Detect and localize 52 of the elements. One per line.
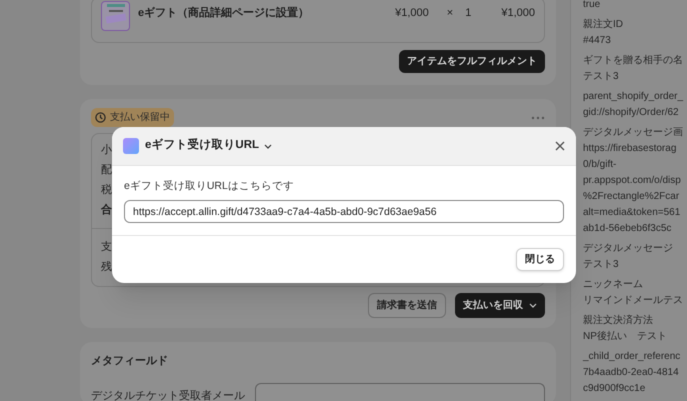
- quantity: 1: [465, 6, 472, 21]
- email-input-field[interactable]: [255, 382, 545, 401]
- property-label: ニックネーム: [583, 278, 643, 292]
- property-value: #4473: [583, 34, 611, 48]
- property-value: gid://shopify/Order/62: [583, 106, 679, 120]
- metafields-heading: メタフィールド: [91, 354, 169, 369]
- property-value: alt=media&token=561: [583, 206, 680, 220]
- multiply-sign: ×: [446, 6, 454, 21]
- payment-status-text: 支払い保留中: [110, 110, 170, 125]
- send-invoice-button[interactable]: 請求書を送信: [368, 293, 446, 318]
- summary-row-label: 残: [101, 260, 112, 275]
- gift-thumbnail-drawing: [101, 1, 130, 31]
- property-value: ab1d-56ebeb6f3c5c: [583, 222, 672, 236]
- clock-icon: [95, 112, 106, 123]
- url-input-field[interactable]: https://accept.allin.gift/d4733aa9-c7a4-4a5b-abd0-9c7d63ae9a56: [124, 200, 564, 224]
- collect-payment-button[interactable]: 支払いを回収: [455, 293, 545, 318]
- property-label: 親注文決済方法: [583, 314, 653, 328]
- property-value: true: [583, 0, 600, 12]
- summary-row-label: 配: [101, 163, 112, 178]
- property-value: %2Frectangle%2Fcar: [583, 190, 680, 204]
- property-value: 7b4aadb0-2ea0-4814: [583, 366, 679, 380]
- more-options-icon[interactable]: [531, 116, 545, 120]
- summary-row-label: 税: [101, 183, 112, 198]
- property-label: 親注文ID: [583, 18, 623, 32]
- fulfill-items-button[interactable]: アイテムをフルフィルメント: [399, 50, 545, 73]
- summary-row-label: 合: [101, 202, 112, 218]
- property-value: pr.appspot.com/o/disp: [583, 174, 681, 188]
- close-icon[interactable]: [555, 141, 565, 151]
- property-label: デジタルメッセージ画: [583, 126, 683, 140]
- field-label: eギフト受け取りURLはこちらです: [124, 179, 295, 194]
- property-label: ギフトを贈る相手の名: [583, 54, 683, 68]
- property-label: _child_order_referenc: [583, 350, 680, 364]
- property-value: NP後払い テスト: [583, 330, 667, 344]
- property-value: テスト3: [583, 70, 619, 84]
- summary-row-label: 小: [101, 143, 112, 158]
- dialog-title-dropdown[interactable]: eギフト受け取りURL: [145, 137, 272, 155]
- property-value: テスト3: [583, 258, 619, 272]
- line-total: ¥1,000: [501, 6, 535, 21]
- property-value: 0/b/gift-: [583, 158, 616, 172]
- property-value: https://firebasestorag: [583, 142, 676, 156]
- property-label: デジタルメッセージ: [583, 242, 673, 256]
- property-value: リマインドメールテス: [583, 294, 683, 308]
- summary-row-label: 支: [101, 240, 112, 255]
- caret-icon: [529, 303, 537, 308]
- chevron-down-icon: [264, 144, 272, 148]
- app-logo-icon: [123, 138, 139, 154]
- unit-price: ¥1,000: [395, 6, 429, 21]
- field-label: デジタルチケット受取者メール: [91, 388, 245, 401]
- close-button[interactable]: 閉じる: [516, 248, 564, 272]
- property-value: c9d900f9cc1e: [583, 382, 646, 396]
- property-label: parent_shopify_order_: [583, 90, 684, 104]
- product-title: eギフト（商品詳細ページに設置）: [138, 6, 310, 21]
